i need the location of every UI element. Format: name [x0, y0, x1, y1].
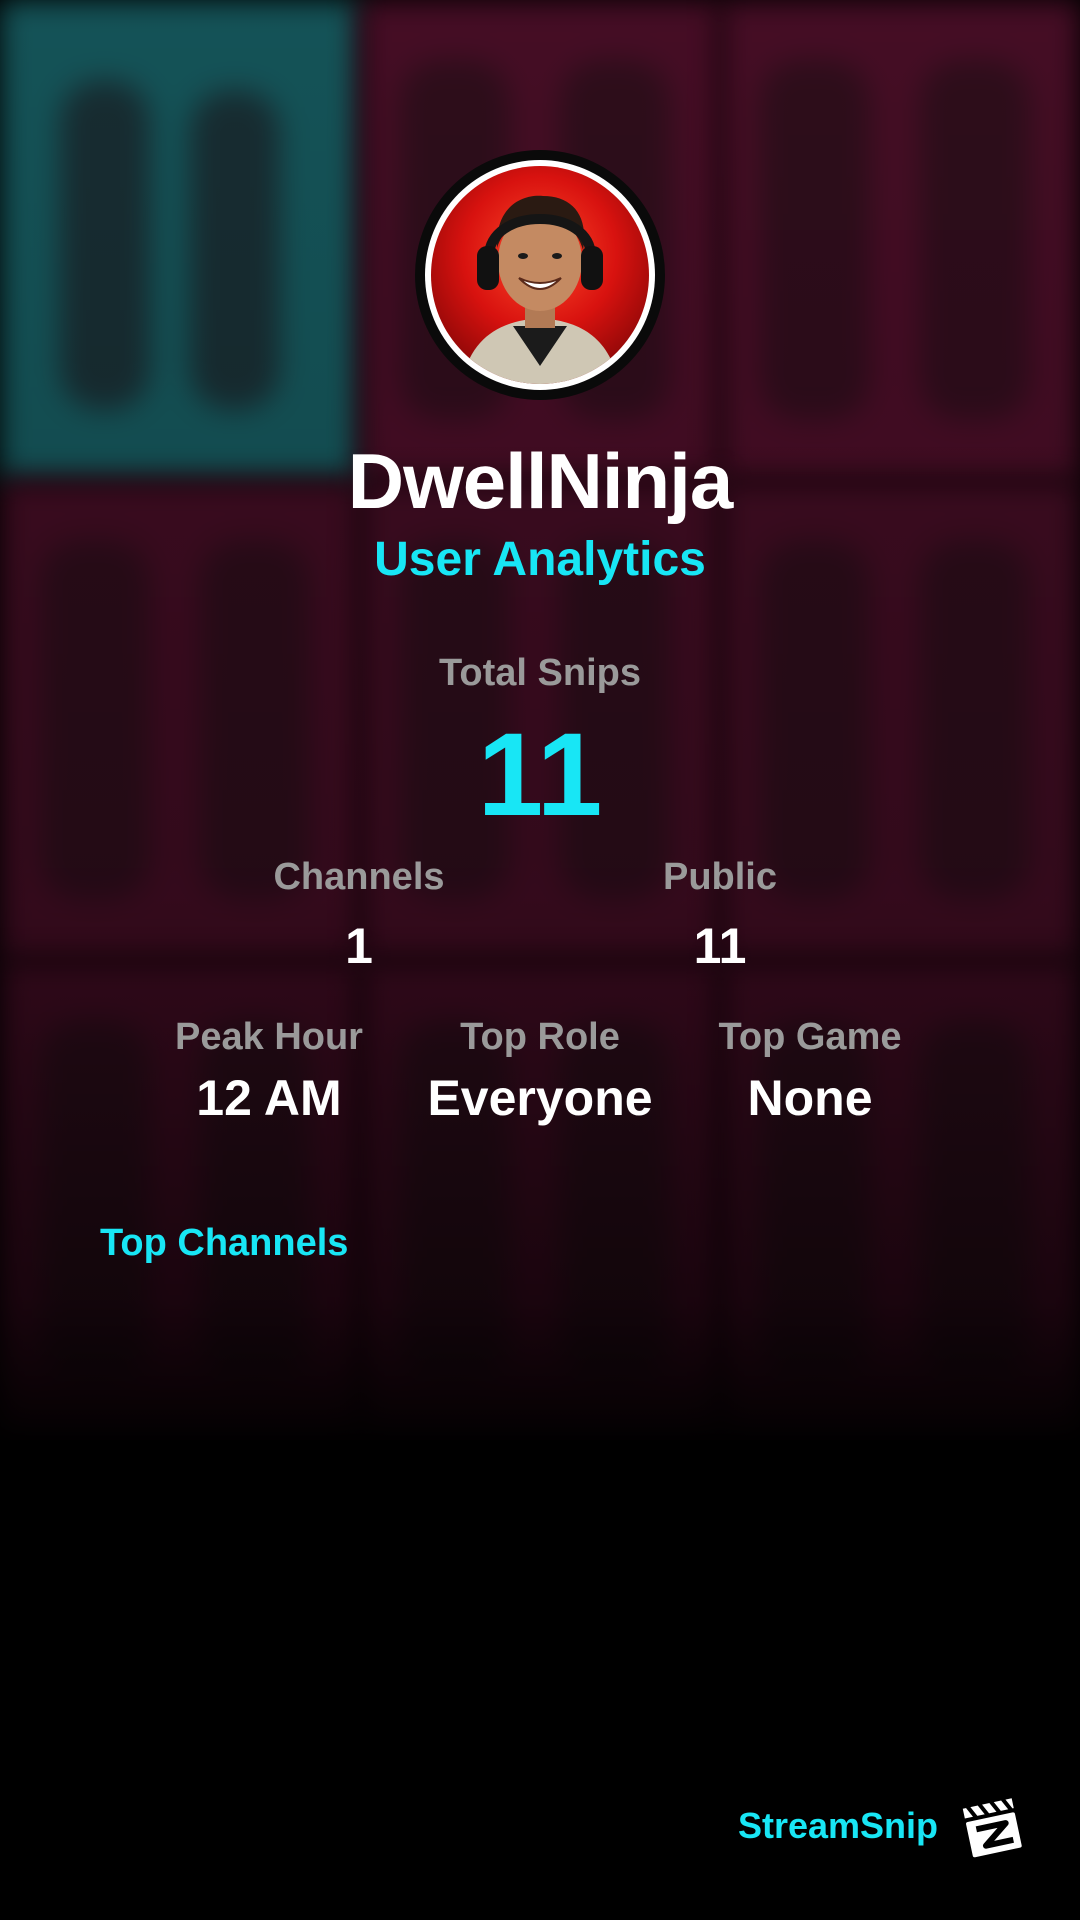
top-game-value: None — [747, 1070, 873, 1126]
top-role-label: Top Role — [460, 1016, 620, 1058]
top-role-stat: Top Role Everyone — [390, 1016, 690, 1127]
analytics-card: DwellNinja User Analytics Total Snips 11… — [0, 0, 1080, 1920]
top-role-value: Everyone — [427, 1070, 653, 1126]
total-snips-value: 11 — [477, 709, 603, 841]
peak-hour-value: 12 AM — [196, 1070, 342, 1126]
public-stat: Public 11 — [570, 856, 870, 975]
username: DwellNinja — [347, 437, 733, 525]
public-label: Public — [662, 856, 778, 898]
brand-name: StreamSnip — [737, 1805, 938, 1846]
page-subtitle: User Analytics — [374, 533, 706, 586]
clapperboard-icon — [956, 1790, 1028, 1862]
channels-label: Channels — [273, 856, 445, 898]
total-snips-label: Total Snips — [439, 652, 641, 694]
avatar — [415, 150, 665, 400]
channels-value: 1 — [345, 918, 373, 974]
peak-hour-stat: Peak Hour 12 AM — [119, 1016, 419, 1127]
peak-hour-label: Peak Hour — [175, 1016, 363, 1058]
top-channels-title: Top Channels — [100, 1222, 349, 1264]
brand: StreamSnip — [738, 1790, 1028, 1862]
top-game-stat: Top Game None — [660, 1016, 960, 1127]
public-value: 11 — [693, 918, 747, 974]
top-game-label: Top Game — [718, 1016, 902, 1058]
avatar-person-headphones-icon — [431, 166, 649, 384]
channels-stat: Channels 1 — [209, 856, 509, 975]
